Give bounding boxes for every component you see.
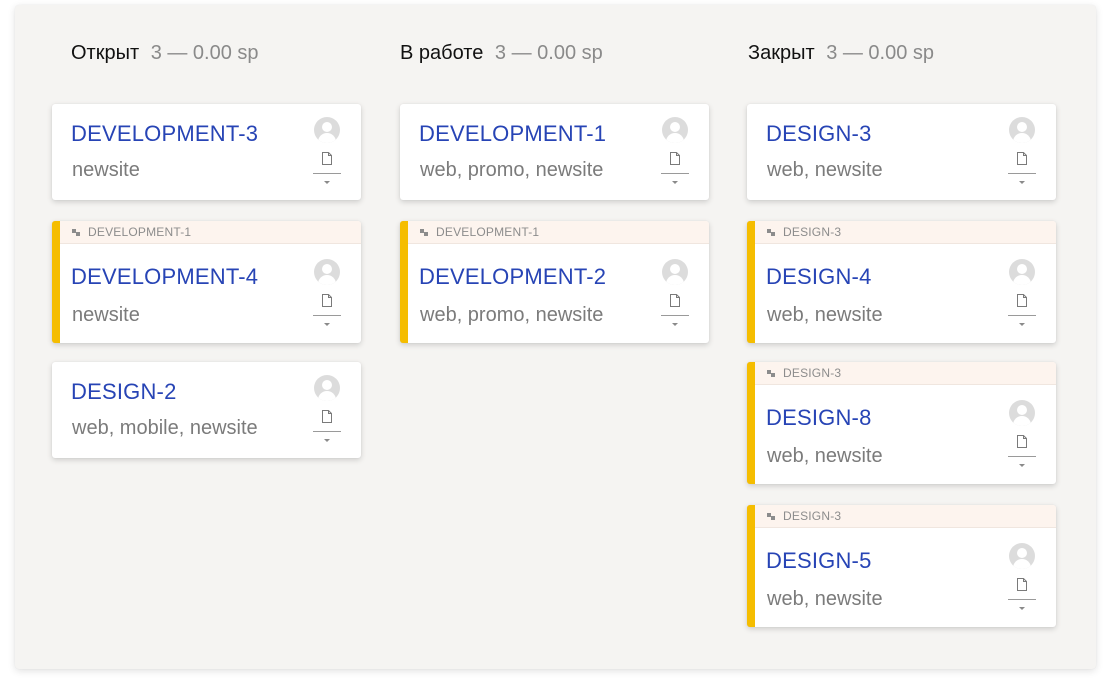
issue-card-subtask[interactable]: DEVELOPMENT-1 DEVELOPMENT-2 web, promo, … (400, 221, 709, 343)
chevron-down-icon[interactable] (1019, 181, 1025, 184)
parent-issue-bar[interactable]: DESIGN-3 (755, 505, 1056, 528)
column-title: Закрыт (748, 42, 815, 64)
issue-card[interactable]: DESIGN-2 web, mobile, newsite (52, 362, 361, 458)
issue-card[interactable]: DESIGN-3 web, newsite (747, 104, 1056, 200)
parent-issue-key[interactable]: DESIGN-3 (783, 505, 841, 527)
user-avatar-icon[interactable] (1009, 117, 1035, 143)
parent-issue-key[interactable]: DEVELOPMENT-1 (436, 221, 539, 243)
card-divider (1008, 315, 1036, 316)
chevron-down-icon[interactable] (1019, 464, 1025, 467)
parent-link-icon (72, 228, 81, 236)
column-count: 3 — 0.00 sp (494, 42, 603, 64)
document-icon[interactable] (1017, 435, 1027, 448)
document-icon[interactable] (670, 152, 680, 165)
user-avatar-icon[interactable] (1009, 400, 1035, 426)
card-divider (313, 431, 341, 432)
parent-issue-key[interactable]: DESIGN-3 (783, 221, 841, 243)
chevron-down-icon[interactable] (1019, 323, 1025, 326)
user-avatar-icon[interactable] (1009, 543, 1035, 569)
card-divider (1008, 456, 1036, 457)
kanban-board: Открыт 3 — 0.00 sp DEVELOPMENT-3 newsite… (15, 5, 1096, 669)
issue-card[interactable]: DEVELOPMENT-3 newsite (52, 104, 361, 200)
document-icon[interactable] (1017, 578, 1027, 591)
column-count: 3 — 0.00 sp (826, 42, 935, 64)
parent-link-icon (767, 512, 776, 520)
column-count: 3 — 0.00 sp (150, 42, 259, 64)
chevron-down-icon[interactable] (1019, 607, 1025, 610)
column-header: В работе 3 — 0.00 sp (400, 41, 603, 65)
parent-issue-bar[interactable]: DEVELOPMENT-1 (408, 221, 709, 244)
user-avatar-icon[interactable] (314, 259, 340, 285)
parent-link-icon (767, 369, 776, 377)
card-divider (313, 173, 341, 174)
column-title: Открыт (71, 42, 140, 64)
parent-issue-key[interactable]: DEVELOPMENT-1 (88, 221, 191, 243)
chevron-down-icon[interactable] (672, 323, 678, 326)
parent-issue-bar[interactable]: DESIGN-3 (755, 362, 1056, 385)
card-divider (661, 315, 689, 316)
document-icon[interactable] (670, 294, 680, 307)
chevron-down-icon[interactable] (324, 181, 330, 184)
user-avatar-icon[interactable] (314, 375, 340, 401)
issue-card[interactable]: DEVELOPMENT-1 web, promo, newsite (400, 104, 709, 200)
chevron-down-icon[interactable] (324, 323, 330, 326)
card-divider (661, 173, 689, 174)
parent-issue-bar[interactable]: DESIGN-3 (755, 221, 1056, 244)
parent-issue-bar[interactable]: DEVELOPMENT-1 (60, 221, 361, 244)
user-avatar-icon[interactable] (662, 117, 688, 143)
card-divider (1008, 599, 1036, 600)
parent-link-icon (420, 228, 429, 236)
document-icon[interactable] (322, 294, 332, 307)
card-divider (1008, 173, 1036, 174)
chevron-down-icon[interactable] (672, 181, 678, 184)
user-avatar-icon[interactable] (662, 259, 688, 285)
column-header: Закрыт 3 — 0.00 sp (748, 41, 934, 65)
document-icon[interactable] (1017, 152, 1027, 165)
issue-card-subtask[interactable]: DESIGN-3 DESIGN-5 web, newsite (747, 505, 1056, 627)
issue-card-subtask[interactable]: DESIGN-3 DESIGN-4 web, newsite (747, 221, 1056, 343)
issue-card-subtask[interactable]: DEVELOPMENT-1 DEVELOPMENT-4 newsite (52, 221, 361, 343)
parent-issue-key[interactable]: DESIGN-3 (783, 362, 841, 384)
issue-card-subtask[interactable]: DESIGN-3 DESIGN-8 web, newsite (747, 362, 1056, 484)
document-icon[interactable] (1017, 294, 1027, 307)
column-header: Открыт 3 — 0.00 sp (71, 41, 259, 65)
card-divider (313, 315, 341, 316)
user-avatar-icon[interactable] (1009, 259, 1035, 285)
parent-link-icon (767, 228, 776, 236)
user-avatar-icon[interactable] (314, 117, 340, 143)
column-title: В работе (400, 42, 484, 64)
document-icon[interactable] (322, 410, 332, 423)
chevron-down-icon[interactable] (324, 439, 330, 442)
document-icon[interactable] (322, 152, 332, 165)
